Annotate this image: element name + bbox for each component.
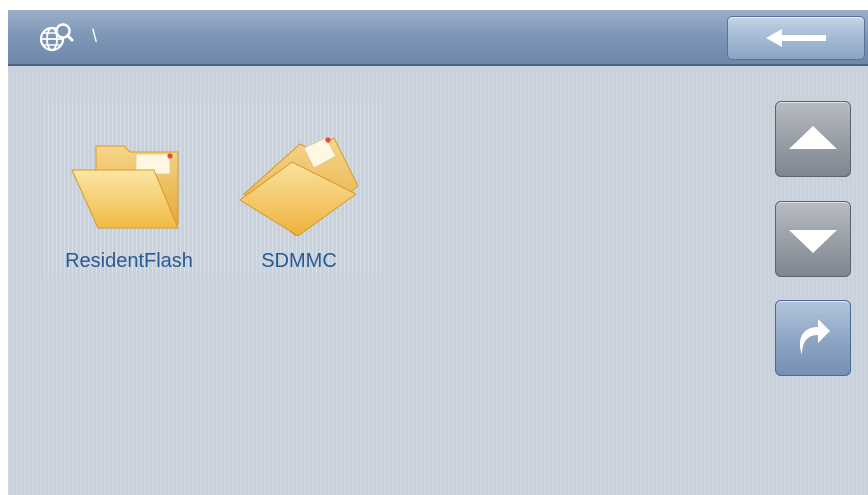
scroll-down-button[interactable]	[775, 201, 851, 277]
arrow-left-icon	[766, 29, 826, 47]
enter-button[interactable]	[775, 300, 851, 376]
folder-label: SDMMC	[261, 250, 337, 272]
folder-icon	[239, 137, 358, 236]
back-button[interactable]	[727, 16, 865, 60]
triangle-down-icon	[789, 230, 837, 253]
folder-open-icon	[71, 145, 179, 229]
folder-item-sdmmc[interactable]: SDMMC	[214, 98, 384, 274]
file-list: ResidentFlash SDMMC	[44, 98, 384, 274]
title-bar: \	[8, 10, 868, 66]
file-browser-screen: \ ResidentFlash SDMMC	[8, 10, 868, 495]
current-path: \	[92, 26, 98, 46]
folder-item-residentflash[interactable]: ResidentFlash	[44, 98, 214, 274]
triangle-up-icon	[789, 126, 837, 149]
globe-search-icon	[39, 23, 74, 52]
folder-label: ResidentFlash	[65, 250, 193, 272]
scroll-up-button[interactable]	[775, 101, 851, 177]
curved-arrow-right-icon	[799, 319, 830, 355]
